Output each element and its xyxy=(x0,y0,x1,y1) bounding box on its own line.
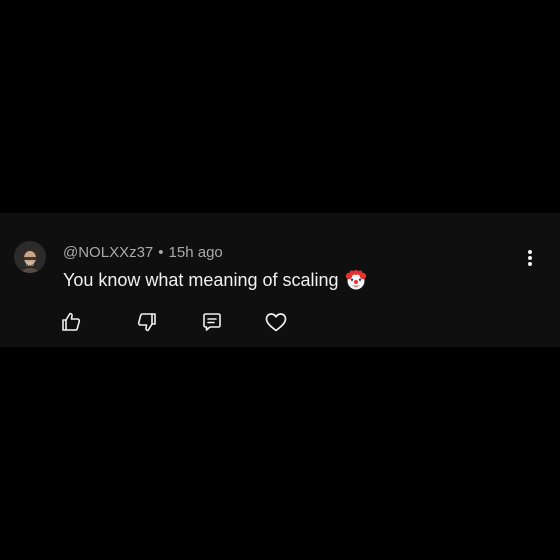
heart-button[interactable] xyxy=(263,309,289,335)
heart-icon xyxy=(265,313,287,332)
comment-card: NO @NOLXXz37 • 15h ago You know what meani… xyxy=(0,213,560,347)
svg-text:NO: NO xyxy=(26,262,34,268)
more-vertical-icon[interactable] xyxy=(522,247,538,269)
comment-body: You know what meaning of scaling xyxy=(63,269,367,291)
reply-comment-icon xyxy=(203,313,221,331)
thumbs-down-icon xyxy=(137,313,156,332)
reply-button[interactable] xyxy=(199,309,225,335)
meta-separator: • xyxy=(158,244,164,261)
clown-face-icon xyxy=(345,269,367,291)
thumbs-up-icon xyxy=(62,312,81,331)
comment-text: You know what meaning of scaling xyxy=(63,269,339,290)
comment-meta: @NOLXXz37 • 15h ago xyxy=(63,244,223,261)
dislike-button[interactable] xyxy=(134,309,160,335)
screen: NO @NOLXXz37 • 15h ago You know what meani… xyxy=(0,0,560,560)
like-button[interactable] xyxy=(58,309,84,335)
avatar[interactable]: NO xyxy=(14,241,46,273)
author-name[interactable]: @NOLXXz37 xyxy=(63,244,153,261)
comment-timestamp[interactable]: 15h ago xyxy=(169,244,223,261)
